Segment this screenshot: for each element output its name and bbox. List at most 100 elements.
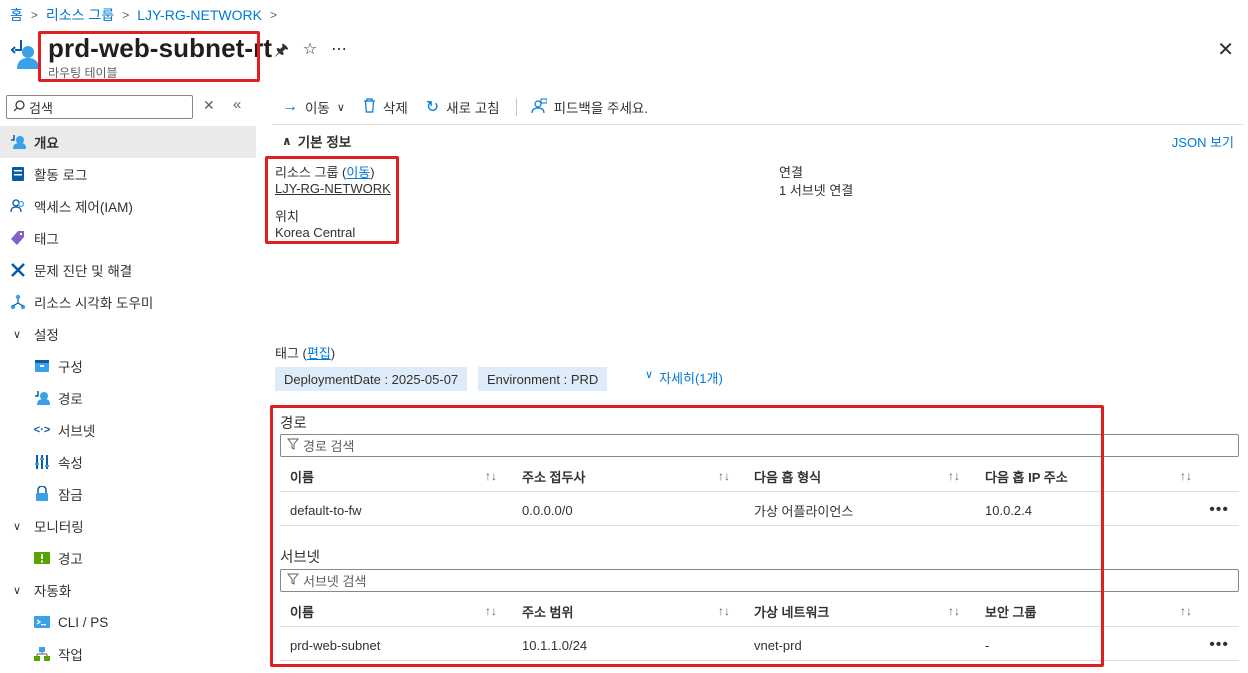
subnets-filter-input[interactable]: 서브넷 검색 xyxy=(280,569,1239,592)
column-header[interactable]: 보안 그룹 xyxy=(985,595,1036,627)
sort-icon[interactable]: ↑↓ xyxy=(1180,595,1192,627)
sidebar-item-visualizer[interactable]: 리소스 시각화 도우미 xyxy=(0,286,256,318)
chevron-right-icon: > xyxy=(30,8,38,22)
table-row[interactable]: default-to-fw 0.0.0.0/0 가상 어플라이언스 10.0.2… xyxy=(280,494,1239,526)
sort-icon[interactable]: ↑↓ xyxy=(718,460,730,492)
sidebar-item-cli-ps[interactable]: CLI / PS xyxy=(0,606,256,638)
search-icon xyxy=(13,99,25,115)
pin-icon[interactable]: 🖈 xyxy=(274,39,289,66)
toolbar-separator xyxy=(272,124,1244,125)
breadcrumb-resource-groups[interactable]: 리소스 그룹 xyxy=(46,5,114,25)
sidebar-item-diagnose[interactable]: 문제 진단 및 해결 xyxy=(0,254,256,286)
tag-chip[interactable]: DeploymentDate : 2025-05-07 xyxy=(275,367,468,391)
column-header[interactable]: 다음 홉 형식 xyxy=(754,460,821,492)
sidebar-nav: 개요 활동 로그 액세스 제어(IAM) 태그 문제 진단 및 해결 리소스 시… xyxy=(0,126,256,670)
feedback-button[interactable]: 피드백을 주세요. xyxy=(530,97,648,117)
column-header[interactable]: 다음 홉 IP 주소 xyxy=(985,460,1068,492)
wrench-icon xyxy=(10,262,26,278)
collapse-nav-icon[interactable]: « xyxy=(233,96,241,113)
sort-icon[interactable]: ↑↓ xyxy=(485,595,497,627)
breadcrumb-rg[interactable]: LJY-RG-NETWORK xyxy=(137,7,262,23)
table-row[interactable]: prd-web-subnet 10.1.1.0/24 vnet-prd - ••… xyxy=(280,629,1239,661)
clear-search-icon[interactable]: ✕ xyxy=(203,97,215,114)
sidebar-item-properties[interactable]: 속성 xyxy=(0,446,256,478)
lock-icon xyxy=(34,486,50,502)
toolbar-divider xyxy=(515,98,517,116)
resource-group-value-link[interactable]: LJY-RG-NETWORK xyxy=(275,181,391,196)
nav-search-placeholder: 검색 xyxy=(29,100,53,116)
chevron-down-icon: ∨ xyxy=(12,328,22,341)
route-prefix: 0.0.0.0/0 xyxy=(522,502,573,518)
route-table-icon xyxy=(10,37,39,74)
sort-icon[interactable]: ↑↓ xyxy=(948,595,960,627)
subnet-address-range: 10.1.1.0/24 xyxy=(522,637,588,653)
subnet-nsg: - xyxy=(985,637,990,653)
column-header[interactable]: 이름 xyxy=(290,460,314,492)
sidebar-group-settings[interactable]: ∨ 설정 xyxy=(0,318,256,350)
location-label: 위치 xyxy=(275,209,299,224)
tasks-icon xyxy=(34,646,50,662)
trash-icon xyxy=(363,98,376,116)
sort-icon[interactable]: ↑↓ xyxy=(485,460,497,492)
sidebar-item-locks[interactable]: 잠금 xyxy=(0,478,256,510)
command-bar: → 이동 ∨ 삭제 ↻ 새로 고침 피드백을 주세요. xyxy=(282,97,666,117)
sort-icon[interactable]: ↑↓ xyxy=(1180,460,1192,492)
subnet-name: prd-web-subnet xyxy=(290,637,381,653)
show-more-tags[interactable]: ∨ 자세히(1개) xyxy=(645,368,723,387)
overview-icon xyxy=(10,134,26,150)
nav-search-input[interactable]: 검색 xyxy=(6,95,193,119)
delete-button[interactable]: 삭제 xyxy=(363,97,408,117)
route-next-hop-ip: 10.0.2.4 xyxy=(985,502,1032,518)
refresh-button[interactable]: ↻ 새로 고침 xyxy=(426,97,500,117)
sidebar-item-tags[interactable]: 태그 xyxy=(0,222,256,254)
subnet-vnet: vnet-prd xyxy=(754,637,802,653)
associations-value: 1 서브넷 연결 xyxy=(779,183,854,198)
breadcrumb-home[interactable]: 홈 xyxy=(10,5,23,25)
column-header[interactable]: 주소 범위 xyxy=(522,595,573,627)
sidebar-item-activity-log[interactable]: 활동 로그 xyxy=(0,158,256,190)
chevron-right-icon: > xyxy=(269,8,277,22)
column-header[interactable]: 가상 네트워크 xyxy=(754,595,829,627)
tag-chip[interactable]: Environment : PRD xyxy=(478,367,608,391)
sidebar-item-routes[interactable]: 경로 xyxy=(0,382,256,414)
sidebar-item-iam[interactable]: 액세스 제어(IAM) xyxy=(0,190,256,222)
breadcrumb: 홈 > 리소스 그룹 > LJY-RG-NETWORK > xyxy=(10,5,277,25)
activity-log-icon xyxy=(10,166,26,182)
move-resource-group-link[interactable]: 이동 xyxy=(346,165,370,180)
resource-group-label: 리소스 그룹 (이동) xyxy=(275,165,375,180)
star-icon[interactable]: ☆ xyxy=(303,39,317,66)
page-subtitle: 라우팅 테이블 xyxy=(48,66,118,80)
more-icon[interactable]: ⋯ xyxy=(331,39,347,66)
routes-filter-input[interactable]: 경로 검색 xyxy=(280,434,1239,457)
chevron-right-icon: > xyxy=(122,8,130,22)
move-button[interactable]: → 이동 ∨ xyxy=(282,97,345,117)
routes-section-title: 경로 xyxy=(280,416,307,432)
sidebar-group-automation[interactable]: ∨ 자동화 xyxy=(0,574,256,606)
essentials-toggle[interactable]: ∧ 기본 정보 xyxy=(282,131,351,151)
tags-label: 태그 (편집) xyxy=(275,346,336,361)
subnets-section-title: 서브넷 xyxy=(280,550,321,566)
people-icon xyxy=(10,198,26,214)
header-actions: 🖈 ☆ ⋯ xyxy=(274,39,347,66)
feedback-icon xyxy=(530,98,548,117)
column-header[interactable]: 이름 xyxy=(290,595,314,627)
sort-icon[interactable]: ↑↓ xyxy=(948,460,960,492)
column-header[interactable]: 주소 접두사 xyxy=(522,460,585,492)
json-view-link[interactable]: JSON 보기 xyxy=(1172,132,1234,151)
page-title: prd-web-subnet-rt xyxy=(48,33,273,63)
sidebar-item-overview[interactable]: 개요 xyxy=(0,126,256,158)
sort-icon[interactable]: ↑↓ xyxy=(718,595,730,627)
filter-icon xyxy=(286,573,300,588)
chevron-down-icon: ∨ xyxy=(336,101,345,114)
sidebar-item-tasks[interactable]: 작업 xyxy=(0,638,256,670)
edit-tags-link[interactable]: 편집 xyxy=(307,346,331,361)
close-icon[interactable]: ✕ xyxy=(1217,37,1234,62)
sidebar-group-monitoring[interactable]: ∨ 모니터링 xyxy=(0,510,256,542)
sidebar-item-alerts[interactable]: 경고 xyxy=(0,542,256,574)
row-more-icon[interactable]: ••• xyxy=(1209,629,1229,661)
row-more-icon[interactable]: ••• xyxy=(1209,494,1229,526)
sidebar-item-subnets[interactable]: <·> 서브넷 xyxy=(0,414,256,446)
sidebar-item-configuration[interactable]: 구성 xyxy=(0,350,256,382)
chevron-down-icon: ∨ xyxy=(12,584,22,597)
routes-icon xyxy=(34,390,50,406)
